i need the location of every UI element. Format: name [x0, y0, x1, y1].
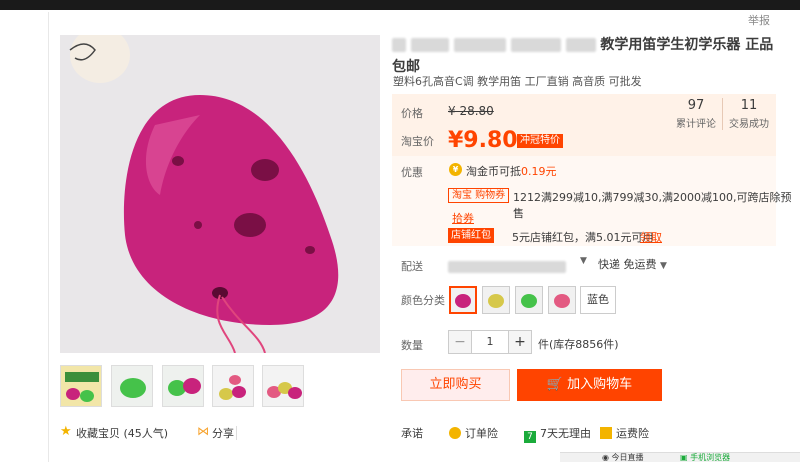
swatch-image	[516, 287, 542, 313]
quantity-input[interactable]: 1	[471, 331, 509, 353]
reviews-count: 97	[687, 98, 705, 113]
main-product-image[interactable]	[60, 35, 380, 353]
reviews-label: 累计评论	[676, 119, 716, 130]
promo-badge: 冲冠特价	[517, 134, 563, 148]
transactions-label: 交易成功	[729, 119, 769, 130]
coin-offer-amount: 0.19元	[521, 165, 557, 178]
share-link[interactable]: 分享	[212, 425, 234, 441]
shield-icon	[449, 427, 461, 439]
color-label: 颜色分类	[401, 294, 445, 307]
promise-label: 承诺	[401, 427, 423, 440]
star-icon: ★	[60, 424, 72, 439]
add-to-cart-button[interactable]: 🛒 加入购物车	[517, 369, 662, 401]
shipping-method-select[interactable]: 快递 免运费 ▼	[598, 256, 667, 272]
thumbnail-4[interactable]	[212, 365, 254, 407]
reviews-stat[interactable]: 97 累计评论	[672, 98, 720, 130]
chevron-down-icon: ▼	[660, 261, 667, 271]
decrement-button[interactable]: −	[449, 331, 471, 353]
thumbnail-image	[112, 366, 152, 406]
redacted-text	[392, 38, 406, 52]
increment-button[interactable]: +	[509, 331, 531, 353]
transactions-count: 11	[740, 98, 758, 113]
favorites-row: ★ 收藏宝贝 (45人气) ⋈ 分享	[60, 424, 380, 442]
top-bar	[0, 0, 800, 10]
share-icon: ⋈	[197, 424, 209, 438]
thumbnail-image	[213, 366, 253, 406]
mobile-label: 手机浏览器	[690, 453, 731, 462]
thumbnail-image	[163, 366, 203, 406]
shipping-label: 配送	[401, 260, 423, 273]
mobile-browser-link[interactable]: ▣ 手机浏览器	[680, 452, 730, 463]
divider	[236, 426, 237, 440]
color-option-2[interactable]	[482, 286, 510, 314]
shop-redpacket-tag: 店铺红包	[448, 228, 494, 243]
color-option-1[interactable]	[449, 286, 477, 314]
color-option-4[interactable]	[548, 286, 576, 314]
coin-icon: ¥	[449, 163, 462, 176]
color-option-3[interactable]	[515, 286, 543, 314]
product-title: 教学用笛学生初学乐器 正品 包邮	[392, 34, 784, 78]
cart-icon: 🛒	[546, 377, 568, 392]
coupon-text: 1212满299减10,满799减30,满2000减100,可跨店除预售	[513, 191, 792, 220]
claim-link[interactable]: 领取	[640, 229, 662, 245]
thumbnail-5[interactable]	[262, 365, 304, 407]
coupon-tag: 淘宝 购物券	[448, 188, 510, 203]
freight-icon	[600, 427, 612, 439]
promotions-label: 优惠	[401, 166, 423, 179]
color-option-blue[interactable]: 蓝色	[580, 286, 616, 314]
redacted-text	[410, 38, 449, 52]
quantity-stepper: − 1 +	[448, 330, 532, 354]
promise-text: 订单险	[465, 427, 498, 440]
favorite-link[interactable]: 收藏宝贝 (45人气)	[76, 425, 168, 441]
report-link[interactable]: 举报	[748, 12, 770, 28]
stock-text: 件(库存8856件)	[538, 338, 619, 351]
price-label: 价格	[401, 107, 423, 120]
redacted-text	[565, 38, 596, 52]
buy-now-button[interactable]: 立即购买	[401, 369, 510, 401]
redacted-text	[453, 38, 506, 52]
swatch-image	[451, 288, 475, 312]
thumbnail-image	[61, 366, 101, 406]
divider	[722, 98, 723, 130]
swatch-image	[549, 287, 575, 313]
chevron-down-icon: ▼	[580, 256, 587, 266]
promise-7day-return[interactable]: 7 7天无理由	[524, 425, 591, 443]
quantity-label: 数量	[401, 339, 423, 352]
product-subtitle: 塑料6孔高音C调 教学用笛 工厂直销 高音质 可批发	[393, 75, 642, 88]
add-to-cart-label: 加入购物车	[567, 377, 633, 392]
redacted-text	[448, 260, 566, 273]
live-link[interactable]: ◉ 今日直播	[602, 452, 644, 463]
original-price: ¥ 28.80	[448, 104, 494, 118]
divider	[48, 12, 49, 462]
taobao-price-label: 淘宝价	[401, 135, 434, 148]
ocarina-illustration	[60, 35, 380, 353]
shipping-method-text: 快递 免运费	[598, 258, 657, 271]
promise-freight-insurance[interactable]: 运费险	[600, 425, 649, 441]
swatch-image	[483, 287, 509, 313]
thumbnail-1[interactable]	[60, 365, 102, 407]
ship-from-select[interactable]: ▼	[448, 256, 587, 273]
thumbnail-image	[263, 366, 303, 406]
status-bar: ◉ 今日直播 ▣ 手机浏览器	[560, 452, 800, 462]
promise-order-insurance[interactable]: 订单险	[449, 425, 498, 441]
product-title-text: 教学用笛学生初学乐器 正品	[600, 37, 774, 53]
thumbnail-2[interactable]	[111, 365, 153, 407]
live-label: 今日直播	[611, 453, 644, 462]
thumbnail-3[interactable]	[162, 365, 204, 407]
redacted-text	[510, 38, 561, 52]
current-price: ¥9.80	[448, 128, 518, 153]
thumbnail-strip	[60, 365, 380, 409]
get-coupon-link[interactable]: 拾券	[452, 210, 474, 226]
shop-redpacket-text: 5元店铺红包，满5.01元可用	[512, 231, 654, 244]
transactions-stat[interactable]: 11 交易成功	[726, 98, 772, 130]
promise-text: 7天无理由	[540, 427, 591, 440]
promise-text: 运费险	[616, 427, 649, 440]
coin-offer-text: 淘金币可抵	[466, 165, 521, 178]
seven-day-icon: 7	[524, 431, 536, 443]
coin-offer: 淘金币可抵0.19元	[466, 163, 557, 179]
